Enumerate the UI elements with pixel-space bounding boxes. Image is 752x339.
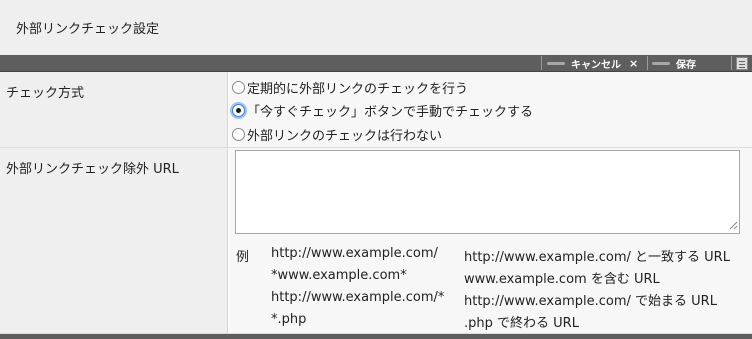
- check-method-options: 定期的に外部リンクのチェックを行う 「今すぐチェック」ボタンで手動でチェックする…: [229, 72, 752, 147]
- example-heading: 例: [236, 250, 250, 265]
- exclude-url-label: 外部リンクチェック除外 URL: [0, 148, 228, 333]
- cancel-button[interactable]: キャンセル ×: [547, 56, 639, 71]
- radio-option-none[interactable]: 外部リンクのチェックは行わない: [232, 125, 442, 144]
- check-method-row: チェック方式 定期的に外部リンクのチェックを行う 「今すぐチェック」ボタンで手動…: [0, 72, 752, 148]
- exclude-url-row: 外部リンクチェック除外 URL 例 http://www.example.com…: [0, 148, 752, 334]
- example-pattern: *www.example.com*: [271, 268, 407, 283]
- example-description: http://www.example.com/ で始まる URL: [464, 294, 717, 309]
- example-pattern: http://www.example.com/: [271, 246, 438, 261]
- toolbar: キャンセル × 保存: [0, 55, 752, 72]
- radio-button[interactable]: [232, 128, 245, 141]
- dash-icon: [652, 61, 670, 65]
- cancel-label: キャンセル: [571, 59, 621, 71]
- example-description: http://www.example.com/ と一致する URL: [464, 250, 730, 265]
- radio-option-manual[interactable]: 「今すぐチェック」ボタンで手動でチェックする: [232, 101, 533, 120]
- example-pattern: *.php: [271, 312, 307, 327]
- exclude-url-field: 例 http://www.example.com/ http://www.exa…: [229, 148, 752, 333]
- save-button[interactable]: 保存: [652, 56, 696, 71]
- page-title: 外部リンクチェック設定: [16, 22, 160, 37]
- radio-option-periodic[interactable]: 定期的に外部リンクのチェックを行う: [232, 78, 468, 97]
- radio-button[interactable]: [232, 81, 245, 94]
- document-icon[interactable]: [736, 57, 748, 70]
- example-pattern: http://www.example.com/*: [271, 290, 445, 305]
- save-label: 保存: [676, 59, 696, 71]
- radio-button-selected[interactable]: [232, 104, 245, 117]
- footer-bar: [0, 334, 752, 339]
- close-icon: ×: [629, 56, 639, 70]
- page-header: 外部リンクチェック設定: [0, 0, 752, 55]
- radio-label: 「今すぐチェック」ボタンで手動でチェックする: [247, 105, 534, 120]
- dash-icon: [547, 61, 565, 65]
- exclude-url-textarea[interactable]: [235, 150, 740, 234]
- toolbar-divider: [731, 56, 732, 70]
- example-description: www.example.com を含む URL: [464, 272, 660, 287]
- radio-label: 定期的に外部リンクのチェックを行う: [247, 82, 469, 97]
- check-method-label: チェック方式: [0, 72, 228, 147]
- toolbar-divider: [647, 56, 648, 70]
- radio-label: 外部リンクのチェックは行わない: [247, 129, 443, 144]
- toolbar-divider: [541, 56, 542, 70]
- example-description: .php で終わる URL: [464, 316, 579, 331]
